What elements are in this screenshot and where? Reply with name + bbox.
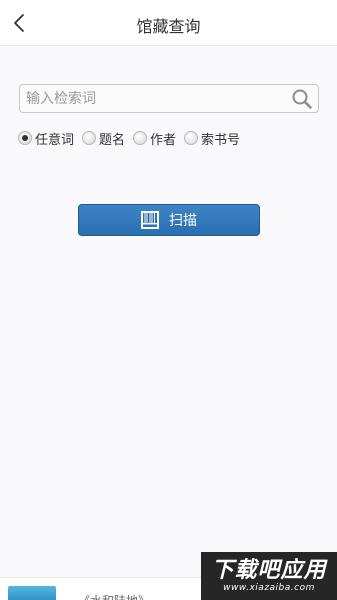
scan-button[interactable]: 扫描 (78, 204, 260, 236)
book-title: 《水和陆地》 (78, 592, 150, 600)
book-cover-thumbnail (8, 586, 56, 600)
watermark-url: www.xiazaiba.com (223, 582, 315, 593)
watermark-text: 下载吧应用 (211, 557, 327, 583)
radio-label: 题名 (99, 132, 126, 148)
watermark: 下载吧应用 www.xiazaiba.com (201, 552, 337, 600)
radio-label: 索书号 (201, 132, 241, 148)
search-box (19, 84, 319, 113)
radio-call-number[interactable]: 索书号 (184, 129, 240, 148)
radio-label: 任意词 (35, 132, 75, 148)
radio-label: 作者 (150, 132, 177, 148)
page-title: 馆藏查询 (136, 17, 201, 36)
scan-button-label: 扫描 (169, 213, 197, 229)
radio-button[interactable] (18, 131, 32, 145)
search-icon[interactable] (291, 88, 313, 110)
radio-author[interactable]: 作者 (133, 129, 176, 148)
barcode-icon (141, 211, 159, 229)
radio-button[interactable] (133, 131, 148, 145)
radio-title[interactable]: 题名 (82, 129, 125, 148)
radio-button[interactable] (82, 131, 97, 145)
header-bar: 馆藏查询 (0, 0, 337, 46)
app-window: 馆藏查询 任意词 题名 作者 索书号 (0, 0, 337, 600)
search-input[interactable] (26, 85, 288, 112)
search-field-options: 任意词 题名 作者 索书号 (18, 129, 248, 148)
radio-any-word[interactable]: 任意词 (18, 129, 74, 148)
radio-selected-dot (22, 135, 28, 141)
main-content: 任意词 题名 作者 索书号 (0, 47, 337, 577)
radio-button[interactable] (184, 131, 199, 145)
